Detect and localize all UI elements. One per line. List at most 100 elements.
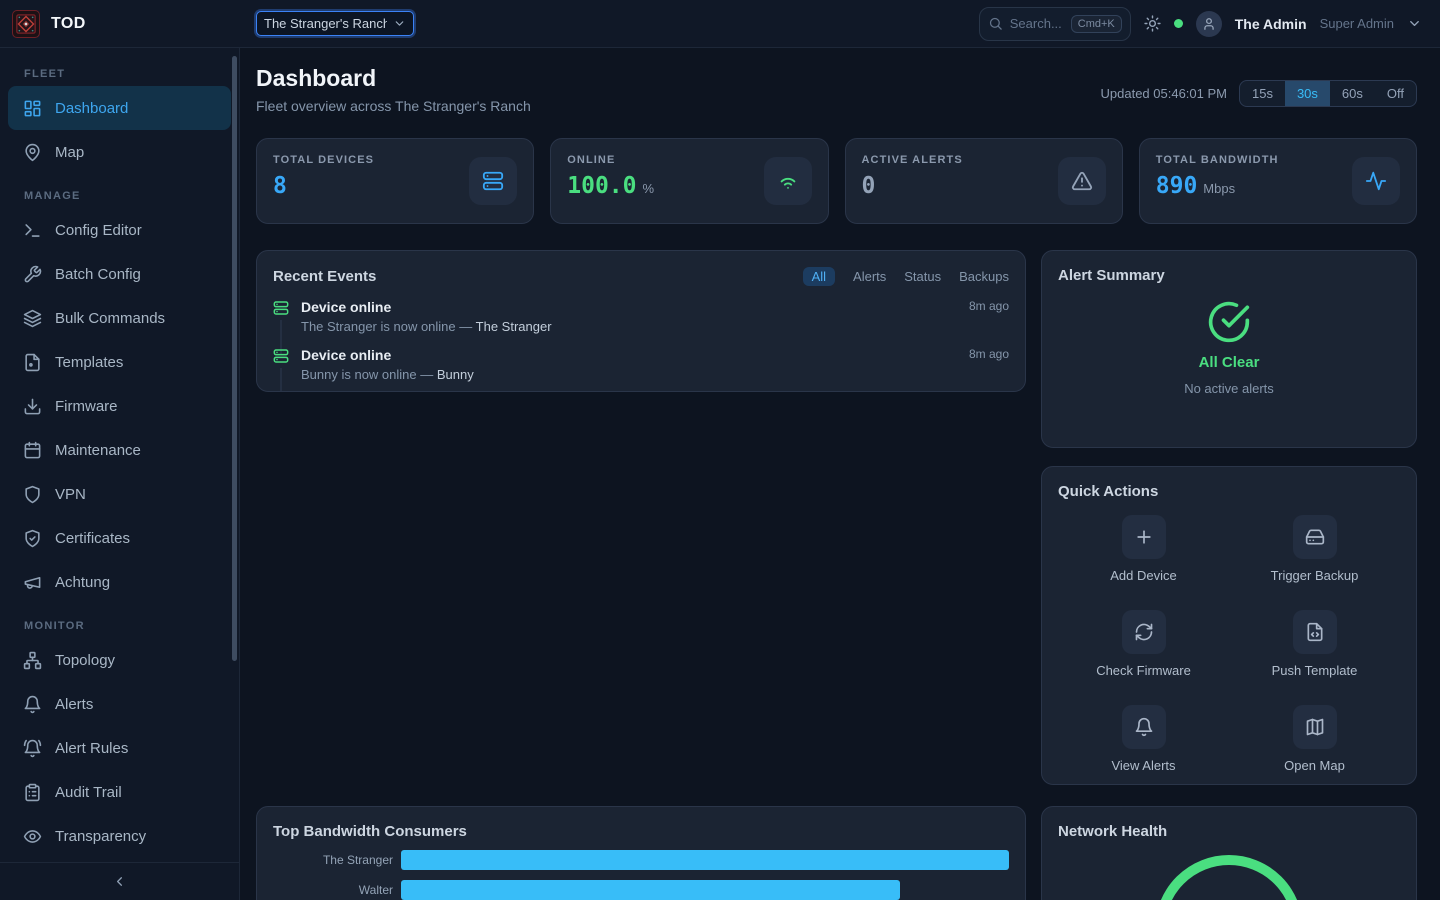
sidebar-item-label: Alerts [55,696,93,713]
health-ring-gauge: 100 [1155,855,1303,900]
avatar[interactable] [1196,11,1222,37]
sidebar-item-label: Certificates [55,530,130,547]
stat-label: ACTIVE ALERTS [862,154,963,166]
add-device-button[interactable]: Add Device [1058,515,1229,583]
check-circle-icon [1207,300,1251,344]
search-placeholder: Search... [1010,16,1064,31]
sidebar-item-label: Bulk Commands [55,310,165,327]
sidebar-item-alert-rules[interactable]: Alert Rules [8,726,231,770]
sidebar-item-config-editor[interactable]: Config Editor [8,208,231,252]
sidebar-item-map[interactable]: Map [8,130,231,174]
wrench-icon [23,265,42,284]
stat-icon-box [764,157,812,205]
file-icon [23,353,42,372]
bandwidth-bar [401,850,1009,870]
refresh-interval-off[interactable]: Off [1375,81,1416,106]
bandwidth-bar-row: Walter [273,880,1009,900]
plus-icon [1122,515,1166,559]
refresh-interval-60s[interactable]: 60s [1330,81,1375,106]
sidebar-item-templates[interactable]: Templates [8,340,231,384]
events-filter-backups[interactable]: Backups [959,269,1009,284]
stat-value: 100.0 [567,173,636,199]
sidebar-item-transparency[interactable]: Transparency [8,814,231,858]
sidebar-item-label: Transparency [55,828,146,845]
open-map-button[interactable]: Open Map [1229,705,1400,773]
connection-status-dot [1174,19,1183,28]
sidebar-item-topology[interactable]: Topology [8,638,231,682]
sidebar-item-maintenance[interactable]: Maintenance [8,428,231,472]
sun-icon [1144,15,1161,32]
stat-card-active-alerts: ACTIVE ALERTS 0 [845,138,1123,224]
event-description: Bunny is now online — Bunny [301,367,1009,382]
user-name: The Admin [1235,16,1307,32]
search-shortcut-badge: Cmd+K [1071,15,1122,33]
server-icon [482,170,504,192]
bandwidth-bar-row: The Stranger [273,850,1009,870]
hard-drive-icon [1293,515,1337,559]
refresh-interval-15s[interactable]: 15s [1240,81,1285,106]
server-icon [273,300,289,316]
check-firmware-button[interactable]: Check Firmware [1058,610,1229,678]
alert-summary-panel: Alert Summary All Clear No active alerts [1041,250,1417,448]
sidebar-item-label: Topology [55,652,115,669]
top-bandwidth-panel: Top Bandwidth Consumers The Stranger Wal… [256,806,1026,900]
events-filter-all[interactable]: All [803,267,835,286]
refresh-icon [1122,610,1166,654]
sidebar-item-certificates[interactable]: Certificates [8,516,231,560]
view-alerts-button[interactable]: View Alerts [1058,705,1229,773]
sidebar-item-alerts[interactable]: Alerts [8,682,231,726]
sidebar-item-audit-trail[interactable]: Audit Trail [8,770,231,814]
shield-check-icon [23,529,42,548]
network-icon [23,651,42,670]
recent-events-panel: Recent Events All Alerts Status Backups … [256,250,1026,392]
sidebar-section-monitor: MONITOR [8,604,231,638]
event-time: 8m ago [969,299,1009,315]
stat-card-total-devices: TOTAL DEVICES 8 [256,138,534,224]
file-code-icon [1293,610,1337,654]
activity-icon [1365,170,1387,192]
sidebar-item-label: Map [55,144,84,161]
events-filter-status[interactable]: Status [904,269,941,284]
sidebar-item-achtung[interactable]: Achtung [8,560,231,604]
sidebar-item-vpn[interactable]: VPN [8,472,231,516]
bell-icon [1122,705,1166,749]
sidebar-item-bulk-commands[interactable]: Bulk Commands [8,296,231,340]
separator: — [459,319,472,334]
stat-icon-box [469,157,517,205]
theme-toggle-button[interactable] [1144,15,1161,32]
sidebar-item-firmware[interactable]: Firmware [8,384,231,428]
terminal-icon [23,221,42,240]
user-icon [1202,17,1216,31]
map-icon [1293,705,1337,749]
map-pin-icon [23,143,42,162]
events-filter-alerts[interactable]: Alerts [853,269,886,284]
sidebar-item-label: Config Editor [55,222,142,239]
brand-name: TOD [51,15,86,33]
bell-icon [23,695,42,714]
sidebar-scrollbar[interactable] [232,56,237,661]
org-selector[interactable]: The Stranger's Ranch [256,11,414,36]
stat-value: 0 [862,173,876,199]
user-menu-button[interactable] [1407,16,1422,31]
alert-status-text: All Clear [1058,354,1400,371]
sidebar-item-batch-config[interactable]: Batch Config [8,252,231,296]
alert-status-detail: No active alerts [1058,381,1400,396]
top-bandwidth-title: Top Bandwidth Consumers [273,823,1009,840]
stat-value: 890 [1156,173,1198,199]
quick-actions-title: Quick Actions [1058,483,1400,500]
sidebar-item-dashboard[interactable]: Dashboard [8,86,231,130]
alert-triangle-icon [1071,170,1093,192]
refresh-interval-30s[interactable]: 30s [1285,81,1330,106]
sidebar-item-label: Dashboard [55,100,128,117]
server-icon [273,348,289,364]
sidebar-item-label: Achtung [55,574,110,591]
sidebar-collapse-button[interactable] [0,862,239,900]
network-health-title: Network Health [1058,823,1400,840]
recent-events-title: Recent Events [273,268,376,285]
push-template-button[interactable]: Push Template [1229,610,1400,678]
megaphone-icon [23,573,42,592]
org-selector-value: The Stranger's Ranch [264,16,387,31]
search-input[interactable]: Search... Cmd+K [979,7,1131,41]
trigger-backup-button[interactable]: Trigger Backup [1229,515,1400,583]
sidebar-item-label: Alert Rules [55,740,128,757]
